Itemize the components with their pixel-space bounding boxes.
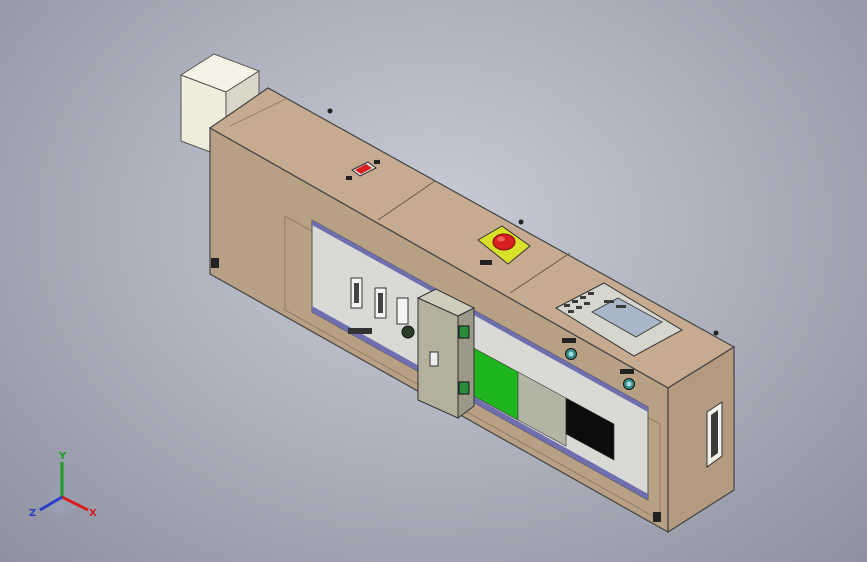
assembly-model-view[interactable]: Y X Z: [0, 0, 867, 562]
hmi-key[interactable]: [588, 292, 594, 295]
estop-label: [480, 260, 492, 265]
end-handle-slot: [711, 410, 718, 458]
corner-bracket: [211, 258, 219, 268]
bolt: [327, 108, 333, 114]
slot-2-inner: [378, 293, 383, 313]
hmi-key[interactable]: [576, 306, 582, 309]
carriage[interactable]: [416, 288, 476, 419]
hmi-key[interactable]: [604, 300, 614, 303]
bolt: [518, 219, 524, 225]
indicator-1-label: [562, 338, 576, 343]
hmi-key[interactable]: [616, 305, 626, 308]
corner-bracket: [653, 512, 661, 522]
carriage-clamp-top: [458, 325, 470, 339]
switch-label-left: [346, 176, 352, 180]
carriage-clamp-bottom: [458, 381, 470, 395]
carriage-side: [457, 307, 475, 419]
triad-x-label: X: [89, 508, 97, 519]
estop-button-icon[interactable]: [492, 233, 516, 251]
estop-button-highlight: [497, 236, 505, 242]
coordinate-triad[interactable]: Y X Z: [29, 451, 97, 519]
carriage-latch[interactable]: [429, 351, 439, 367]
hmi-key[interactable]: [580, 296, 586, 299]
triad-z-label: Z: [29, 508, 36, 519]
switch-label-right: [374, 160, 380, 164]
slot-1-inner: [354, 283, 359, 303]
slot-3: [396, 297, 409, 325]
triad-y-label: Y: [58, 451, 67, 462]
hmi-key[interactable]: [584, 302, 590, 305]
tag-strip: [348, 328, 372, 334]
knob[interactable]: [401, 325, 415, 339]
hmi-key[interactable]: [568, 310, 574, 313]
pilot-light-ring: [626, 381, 632, 387]
hmi-key[interactable]: [572, 300, 578, 303]
pilot-light-ring: [568, 351, 574, 357]
bolt: [713, 330, 719, 336]
indicator-2-label: [620, 369, 634, 374]
cad-viewport[interactable]: Y X Z: [0, 0, 867, 562]
hmi-key[interactable]: [564, 304, 570, 307]
